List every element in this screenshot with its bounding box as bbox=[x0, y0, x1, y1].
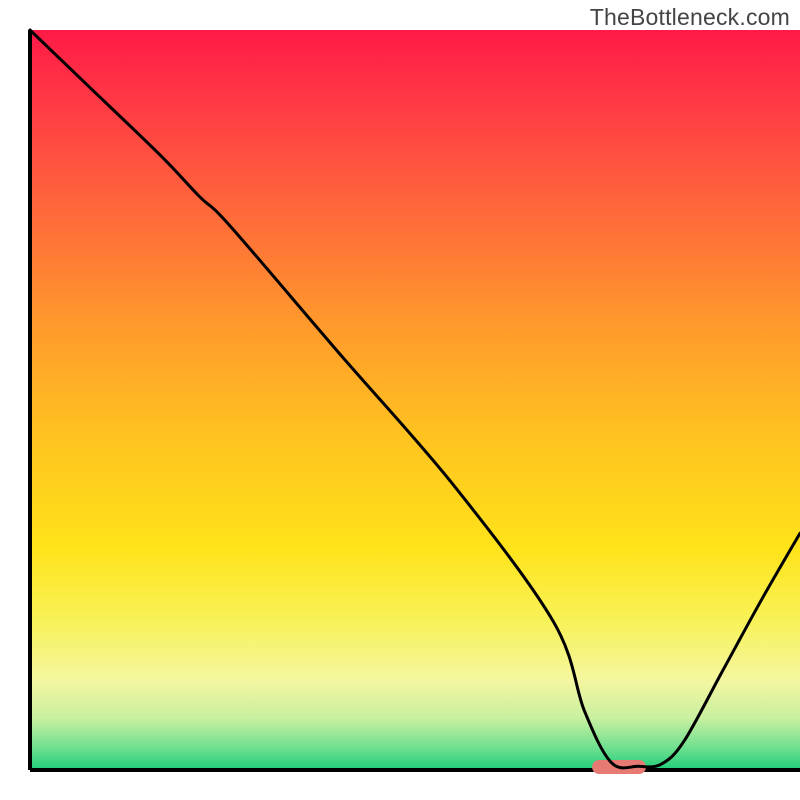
chart-svg bbox=[0, 0, 800, 800]
chart-container: TheBottleneck.com bbox=[0, 0, 800, 800]
